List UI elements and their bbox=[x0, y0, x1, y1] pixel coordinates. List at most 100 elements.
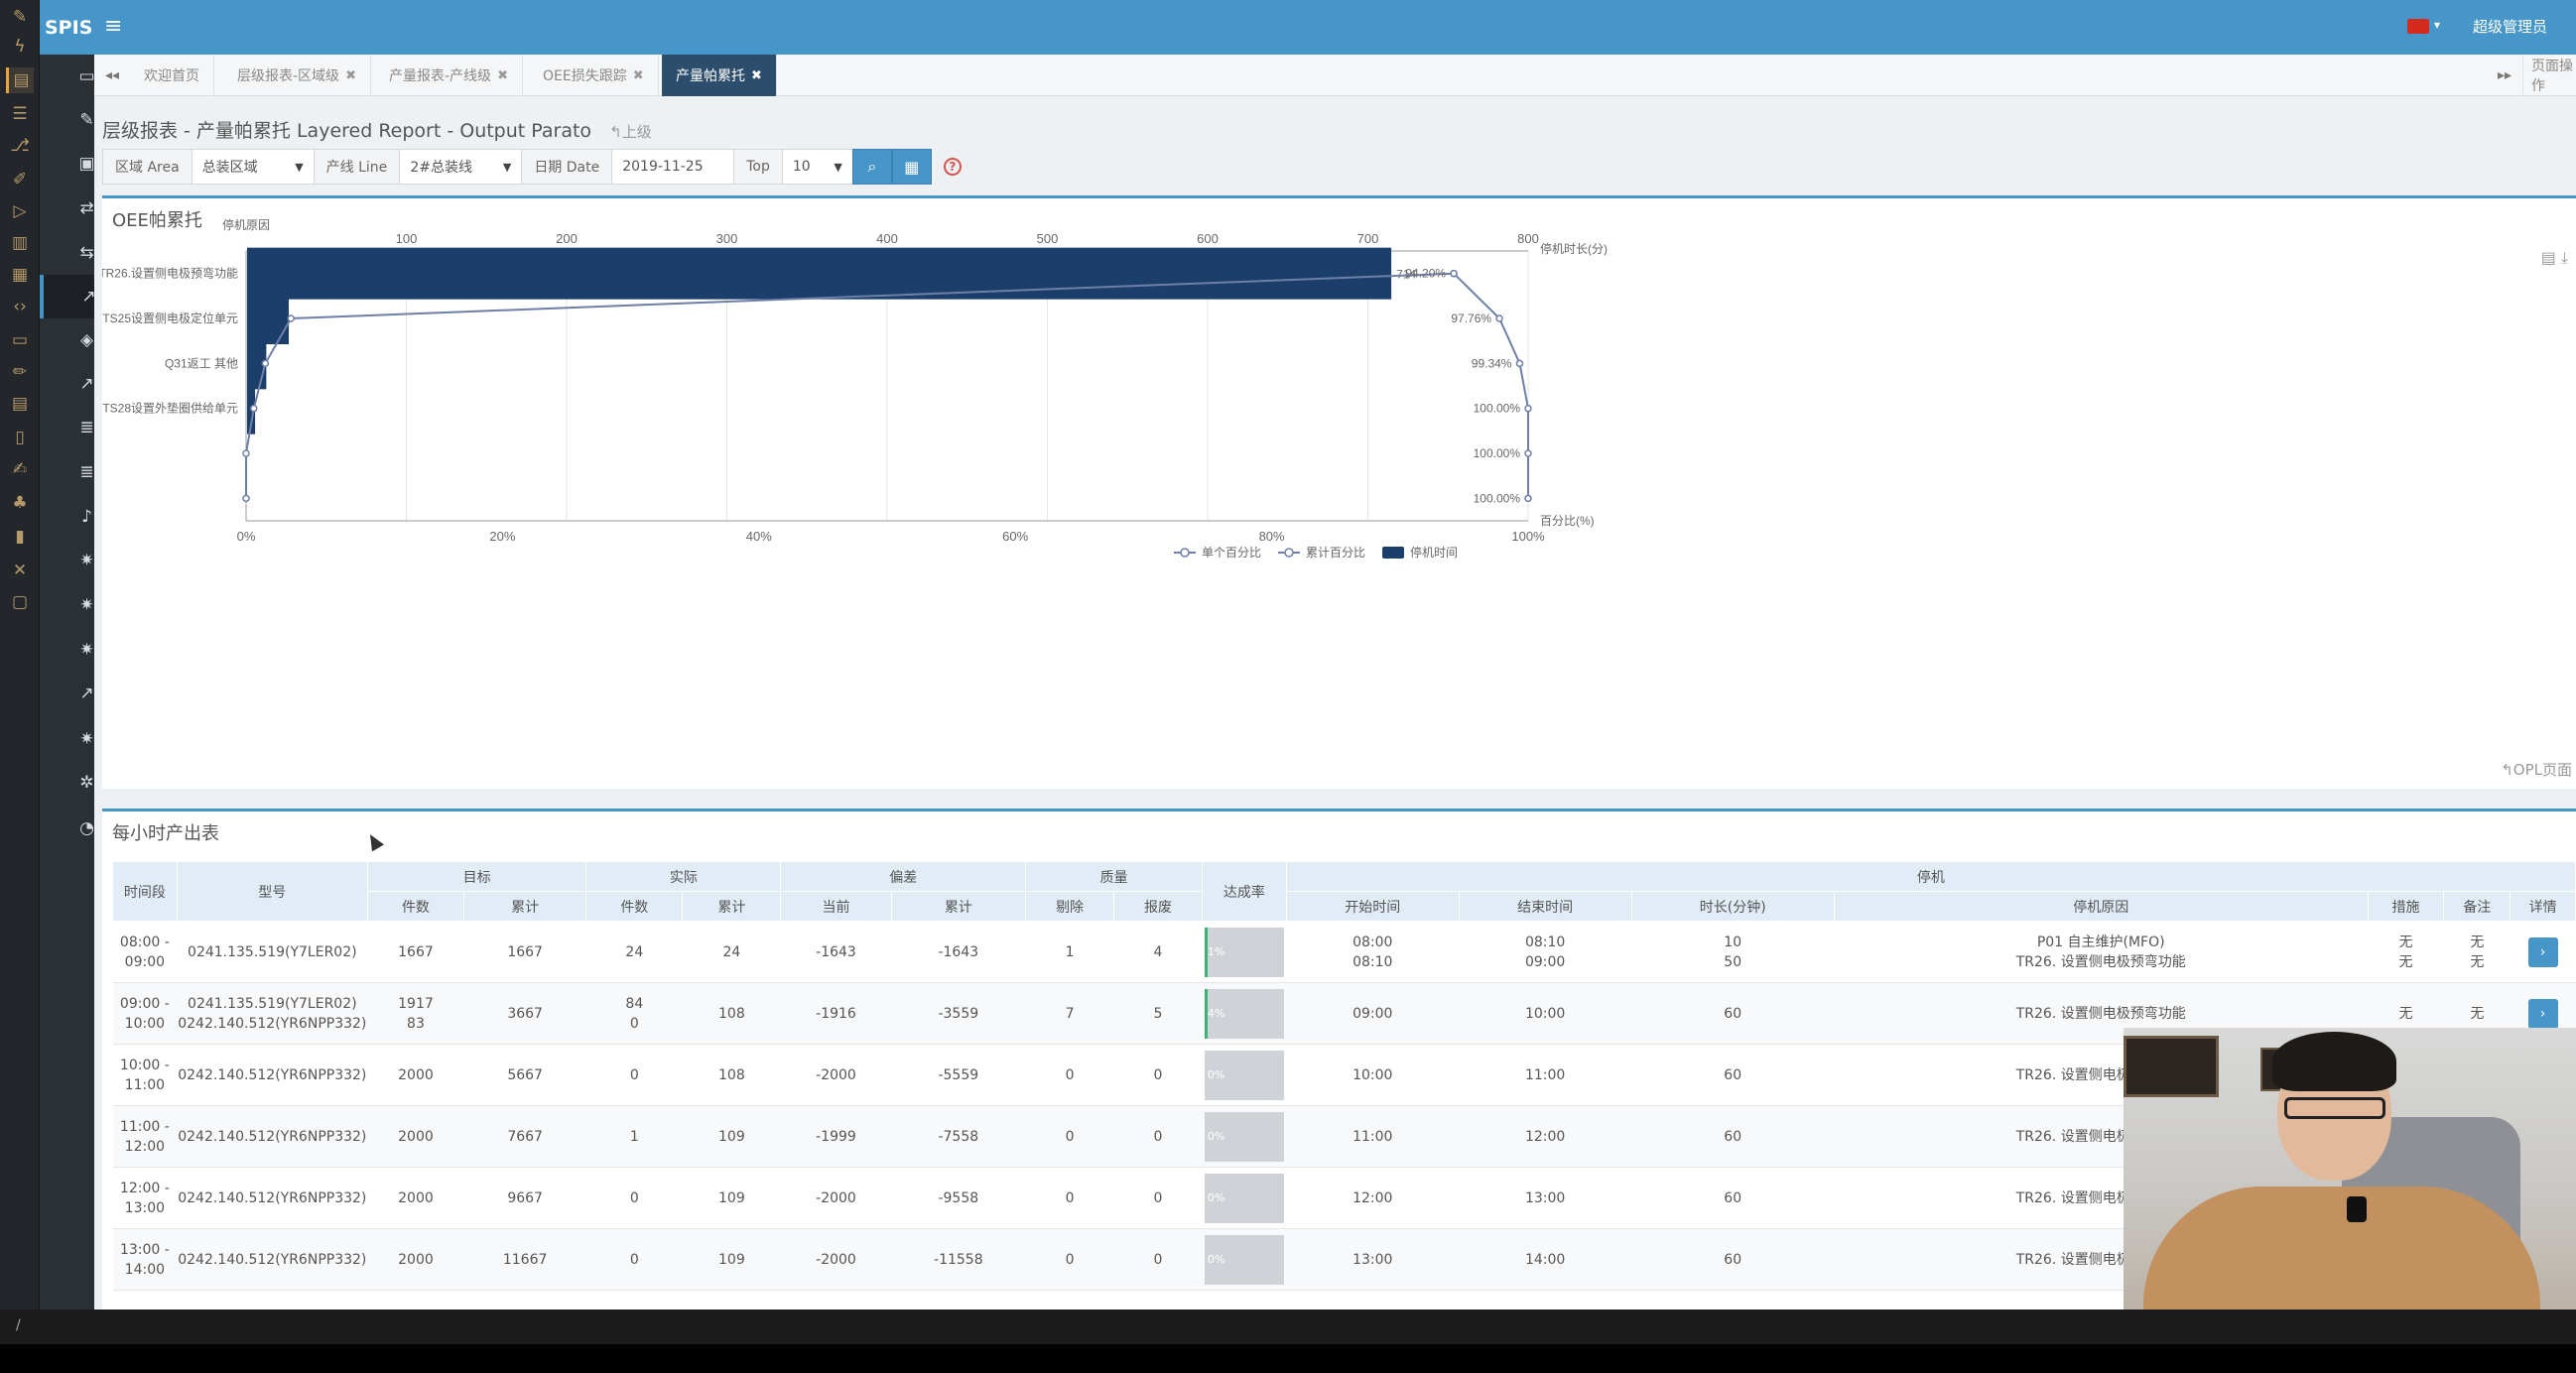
book-icon[interactable]: ▥ bbox=[6, 230, 34, 256]
list-icon[interactable]: ☰ bbox=[6, 101, 34, 127]
area-select[interactable]: 总装区域 ▼ bbox=[191, 149, 315, 185]
opl-page-link[interactable]: ↰OPL页面 bbox=[2501, 759, 2572, 780]
pencil-icon[interactable]: ✏ bbox=[6, 359, 34, 385]
cell-target-qty: 2000 bbox=[367, 1167, 464, 1229]
cell-dev-cum: -7558 bbox=[891, 1105, 1026, 1168]
wall-shelf bbox=[2124, 1036, 2219, 1097]
menu-toggle-icon[interactable]: ≡ bbox=[104, 14, 122, 39]
table-view-button[interactable]: ▦ bbox=[891, 149, 932, 185]
cell-actual-qty: 0 bbox=[585, 1228, 683, 1291]
cell-target-qty: 2000 bbox=[367, 1105, 464, 1168]
up-level-link[interactable]: ↰上级 bbox=[609, 123, 652, 141]
tab-line-report[interactable]: 产量报表-产线级 ✖ bbox=[375, 55, 523, 96]
chevron-down-icon: ▼ bbox=[295, 160, 304, 174]
date-label: 日期 Date bbox=[521, 149, 613, 185]
play-icon[interactable]: ▷ bbox=[6, 198, 34, 224]
help-icon[interactable]: ? bbox=[943, 158, 962, 176]
table-icon[interactable]: ▤ bbox=[6, 391, 34, 417]
col-target-cum: 累计 bbox=[462, 891, 587, 922]
col-dev-cum: 累计 bbox=[890, 891, 1027, 922]
users-icon[interactable]: ♣ bbox=[6, 490, 34, 516]
cell-q-report: 0 bbox=[1113, 1167, 1203, 1229]
close-icon[interactable]: ✖ bbox=[633, 68, 644, 83]
col-end: 结束时间 bbox=[1458, 891, 1632, 922]
close-icon[interactable]: ✖ bbox=[497, 68, 508, 83]
report-icon[interactable]: ▤ bbox=[6, 67, 34, 93]
tab-scroll-left-icon[interactable]: ◂◂ bbox=[94, 55, 130, 96]
cell-rate: 0% bbox=[1202, 1105, 1287, 1168]
top-tick-label: 300 bbox=[716, 231, 738, 246]
category-label: TS28设置外垫圈供给单元 bbox=[102, 401, 238, 416]
chevron-down-icon: ▼ bbox=[502, 160, 512, 174]
file-icon[interactable]: ▯ bbox=[6, 425, 34, 450]
cumulative-percent-label: 97.76% bbox=[1451, 312, 1491, 325]
tab-scroll-right-icon[interactable]: ▸▸ bbox=[2487, 55, 2522, 96]
cumulative-percent-point bbox=[1495, 314, 1503, 322]
top-select[interactable]: 10 ▼ bbox=[781, 149, 853, 185]
cell-target-cum: 5667 bbox=[463, 1044, 586, 1106]
cell-time: 08:00 - 09:00 bbox=[112, 921, 178, 983]
tab-bar: ◂◂ 欢迎首页 层级报表-区域级 ✖ 产量报表-产线级 ✖ OEE损失跟踪 ✖ 产量帕… bbox=[94, 55, 2576, 96]
open-book-icon[interactable]: ▮ bbox=[6, 524, 34, 550]
tools-icon[interactable]: ✕ bbox=[6, 558, 34, 583]
chevron-down-icon[interactable]: ▾ bbox=[2434, 18, 2440, 32]
date-input[interactable]: 2019-11-25 bbox=[611, 149, 735, 185]
bottom-tick-label: 100% bbox=[1511, 529, 1545, 544]
page-operations-menu[interactable]: 页面操作 bbox=[2522, 55, 2576, 96]
rate-progress: 0% bbox=[1204, 1050, 1284, 1100]
top-tick-label: 700 bbox=[1357, 231, 1379, 246]
china-flag-icon[interactable] bbox=[2407, 19, 2429, 34]
detail-button[interactable]: › bbox=[2527, 998, 2558, 1029]
line-label: 产线 Line bbox=[313, 149, 401, 185]
glasses bbox=[2284, 1097, 2385, 1119]
cell-actual-cum: 108 bbox=[682, 982, 781, 1045]
cell-time: 10:00 - 11:00 bbox=[112, 1044, 178, 1106]
hourly-panel-title: 每小时产出表 bbox=[112, 823, 219, 844]
cell-target-cum: 7667 bbox=[463, 1105, 586, 1168]
cell-dev-cum: -5559 bbox=[891, 1044, 1026, 1106]
tab-output-pareto[interactable]: 产量帕累托 ✖ bbox=[662, 55, 777, 96]
tab-oee-loss[interactable]: OEE损失跟踪 ✖ bbox=[529, 55, 659, 96]
chat-icon[interactable]: ▢ bbox=[6, 589, 34, 615]
cell-duration: 60 bbox=[1631, 1105, 1835, 1168]
tab-label: OEE损失跟踪 bbox=[543, 68, 627, 84]
cell-start: 13:00 bbox=[1286, 1228, 1460, 1291]
brush-icon[interactable]: ✐ bbox=[6, 167, 34, 192]
presenter-hair bbox=[2272, 1032, 2396, 1091]
grid-icon[interactable]: ▦ bbox=[6, 262, 34, 288]
data-view-icon[interactable]: ▤ bbox=[2541, 248, 2556, 267]
cell-actual-qty: 0 bbox=[585, 1044, 683, 1106]
download-icon[interactable]: ⤓ bbox=[2561, 248, 2568, 267]
legend-marker bbox=[1284, 548, 1294, 558]
user-name[interactable]: 超级管理员 bbox=[2473, 16, 2547, 37]
tab-label: 产量报表-产线级 bbox=[389, 68, 492, 84]
top-tick-label: 500 bbox=[1037, 231, 1059, 246]
webcam-overlay bbox=[2124, 1028, 2576, 1333]
flow-icon[interactable]: ⎇ bbox=[6, 133, 34, 159]
close-icon[interactable]: ✖ bbox=[345, 68, 356, 83]
col-q-scrap: 剔除 bbox=[1025, 891, 1114, 922]
bolt-icon[interactable]: ϟ bbox=[6, 34, 34, 60]
tab-welcome[interactable]: 欢迎首页 bbox=[130, 55, 214, 96]
cell-target-cum: 11667 bbox=[463, 1228, 586, 1291]
line-select[interactable]: 2#总装线 ▼ bbox=[399, 149, 523, 185]
cumulative-percent-point bbox=[1450, 269, 1458, 278]
monitor-icon[interactable]: ▭ bbox=[6, 327, 34, 353]
pen-icon[interactable]: ✎ bbox=[6, 4, 34, 30]
close-icon[interactable]: ✖ bbox=[751, 68, 762, 83]
search-button[interactable]: ⌕ bbox=[851, 149, 892, 185]
tab-area-report[interactable]: 层级报表-区域级 ✖ bbox=[223, 55, 371, 96]
group-deviation: 偏差 bbox=[780, 861, 1027, 892]
status-text: / bbox=[16, 1317, 21, 1333]
code-icon[interactable]: ‹› bbox=[6, 294, 34, 319]
category-label: Q31返工 其他 bbox=[165, 356, 238, 370]
cell-q-report: 4 bbox=[1113, 921, 1203, 983]
tab-label: 欢迎首页 bbox=[144, 68, 199, 84]
brush2-icon[interactable]: ✍ bbox=[6, 456, 34, 482]
cell-start: 09:00 bbox=[1286, 982, 1460, 1045]
brand-logo[interactable]: SPIS bbox=[45, 0, 104, 55]
cell-target-qty: 2000 bbox=[367, 1044, 464, 1106]
rate-progress: 0% bbox=[1204, 1173, 1284, 1223]
detail-button[interactable]: › bbox=[2527, 936, 2558, 967]
table-icon: ▦ bbox=[904, 157, 920, 177]
